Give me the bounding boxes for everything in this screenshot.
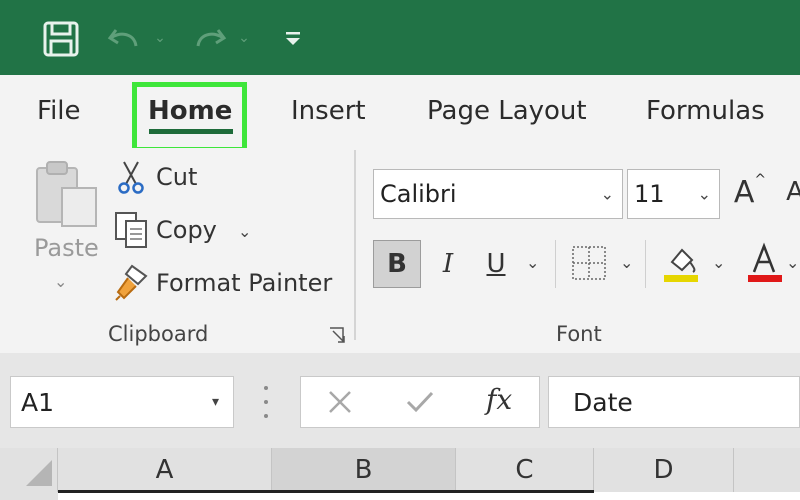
- font-name-combo[interactable]: Calibri ⌄: [373, 169, 623, 219]
- redo-dropdown-icon[interactable]: ⌄: [234, 28, 254, 48]
- column-header-a[interactable]: A: [58, 448, 272, 492]
- paste-button[interactable]: Paste: [34, 234, 99, 262]
- tab-page-layout[interactable]: Page Layout: [427, 96, 587, 126]
- column-header-b[interactable]: B: [272, 448, 456, 492]
- cut-button[interactable]: Cut: [156, 163, 197, 191]
- name-box[interactable]: A1 ▾: [10, 376, 234, 428]
- borders-icon[interactable]: [570, 244, 608, 282]
- enter-icon[interactable]: [404, 388, 436, 416]
- font-group-label: Font: [556, 322, 602, 346]
- cell-row-1-rest[interactable]: [594, 492, 800, 500]
- formula-bar-splitter[interactable]: [262, 386, 270, 418]
- format-separator: [555, 240, 556, 288]
- tab-insert[interactable]: Insert: [291, 96, 366, 126]
- copy-icon: [114, 211, 150, 249]
- group-separator: [354, 150, 356, 340]
- underline-button[interactable]: U: [478, 240, 514, 288]
- font-size-combo[interactable]: 11 ⌄: [627, 169, 720, 219]
- insert-function-button[interactable]: fx: [486, 383, 512, 416]
- increase-font-size-button[interactable]: A ^: [730, 172, 770, 212]
- column-header-d[interactable]: D: [594, 448, 734, 492]
- decrease-font-size-button[interactable]: A: [780, 172, 800, 212]
- clipboard-dialog-launcher-icon[interactable]: [329, 327, 347, 345]
- select-all-button[interactable]: [0, 448, 58, 492]
- tab-formulas[interactable]: Formulas: [646, 96, 765, 126]
- font-color-dropdown-icon[interactable]: ⌄: [786, 253, 799, 272]
- clipboard-group-label: Clipboard: [108, 322, 209, 346]
- cell-row-1[interactable]: [58, 490, 594, 500]
- redo-icon[interactable]: [190, 20, 230, 60]
- borders-dropdown-icon[interactable]: ⌄: [620, 253, 633, 272]
- name-box-value: A1: [21, 387, 55, 417]
- column-header-c[interactable]: C: [456, 448, 594, 492]
- bold-button[interactable]: B: [373, 240, 421, 288]
- decrease-font-size-icon: A: [786, 177, 800, 207]
- italic-button[interactable]: I: [430, 240, 466, 288]
- paste-icon[interactable]: [34, 158, 100, 230]
- format-painter-icon: [114, 262, 152, 302]
- name-box-dropdown-icon[interactable]: ▾: [212, 394, 219, 410]
- caret-up-icon: ^: [754, 172, 767, 188]
- format-painter-button[interactable]: Format Painter: [156, 269, 332, 297]
- font-name-value: Calibri: [380, 180, 457, 208]
- fill-color-dropdown-icon[interactable]: ⌄: [712, 253, 725, 272]
- cut-icon: [116, 160, 148, 196]
- cancel-icon[interactable]: [326, 388, 354, 416]
- font-name-dropdown-icon[interactable]: ⌄: [601, 185, 614, 204]
- save-icon[interactable]: [40, 18, 82, 60]
- copy-dropdown-icon[interactable]: ⌄: [238, 222, 251, 241]
- font-size-dropdown-icon[interactable]: ⌄: [698, 185, 711, 204]
- increase-font-size-icon: A: [733, 174, 755, 210]
- format-separator: [645, 240, 646, 288]
- home-tab-highlight: [132, 82, 247, 152]
- formula-content: Date: [573, 387, 633, 417]
- copy-button[interactable]: Copy: [156, 216, 217, 244]
- undo-dropdown-icon[interactable]: ⌄: [150, 28, 170, 48]
- font-color-icon[interactable]: [746, 242, 784, 284]
- underline-dropdown-icon[interactable]: ⌄: [526, 253, 539, 272]
- customize-toolbar-icon[interactable]: [280, 24, 306, 54]
- font-size-value: 11: [634, 180, 665, 208]
- formula-input[interactable]: Date: [548, 376, 800, 428]
- undo-icon[interactable]: [104, 20, 144, 60]
- fill-color-icon[interactable]: [662, 242, 702, 284]
- paste-dropdown-icon[interactable]: ⌄: [54, 272, 67, 291]
- tab-file[interactable]: File: [37, 96, 81, 126]
